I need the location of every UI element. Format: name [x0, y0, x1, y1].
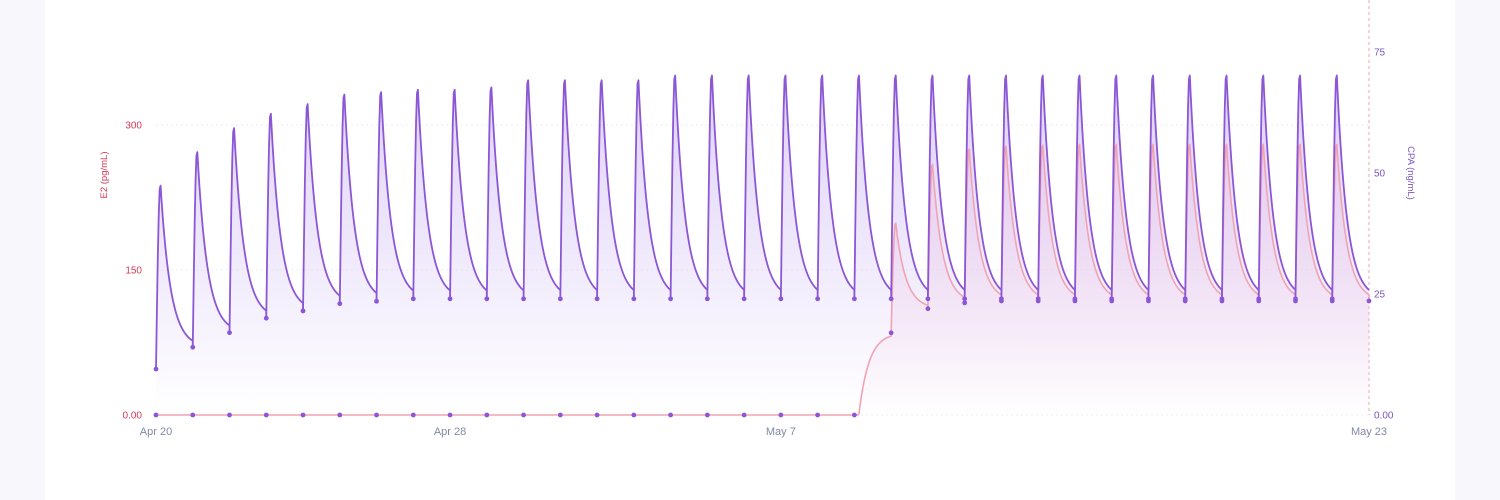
dose-marker: [778, 412, 784, 418]
dose-marker: [374, 298, 379, 304]
dose-marker: [704, 412, 710, 418]
dose-marker: [925, 296, 931, 302]
x-tick-label: Apr 20: [140, 426, 172, 438]
dose-marker: [815, 296, 821, 302]
dose-marker: [778, 296, 784, 302]
baseline-dose-marker: [153, 412, 159, 418]
dose-marker: [557, 412, 563, 418]
y-right-axis-title: CPA (ng/mL): [1405, 146, 1416, 200]
dose-marker: [851, 296, 857, 302]
x-tick-label: Apr 28: [434, 426, 466, 438]
dose-marker: [741, 412, 747, 418]
dose-marker: [1293, 296, 1298, 302]
baseline-dose-marker: [484, 412, 490, 418]
y-left-tick-label: 0.00: [123, 411, 143, 422]
dose-marker: [1219, 296, 1225, 302]
baseline-dose-marker: [263, 412, 269, 418]
y-left-tick-label: 300: [125, 121, 142, 132]
dose-marker: [190, 344, 196, 350]
dose-marker: [668, 412, 674, 418]
dose-marker: [594, 412, 600, 418]
y-right-tick-label: 50: [1374, 169, 1386, 180]
y-right-tick-label: 75: [1374, 48, 1386, 59]
hormone-chart: 0.00 150 300 0.00 25 50 75 Apr 20 Apr 28 May 7 May…: [99, 0, 1416, 438]
dose-marker: [557, 296, 563, 302]
dose-marker: [153, 366, 159, 372]
baseline-dose-marker: [410, 412, 416, 418]
x-tick-label: May 7: [766, 426, 796, 438]
baseline-dose-marker: [447, 412, 453, 418]
dose-marker: [1146, 296, 1151, 302]
dose-marker: [594, 296, 600, 302]
y-right-tick-label: 25: [1374, 290, 1386, 301]
dose-marker: [1366, 298, 1372, 304]
dose-marker: [227, 330, 232, 336]
dose-marker: [1109, 296, 1115, 302]
dose-marker: [668, 296, 674, 302]
dose-marker: [999, 296, 1004, 302]
y-right-tick-label: 0.00: [1374, 411, 1394, 422]
dose-marker: [447, 296, 453, 302]
dose-marker: [521, 296, 526, 302]
baseline-dose-marker: [300, 412, 306, 418]
dose-marker: [851, 412, 857, 418]
dose-marker: [1329, 296, 1335, 302]
dose-marker: [300, 308, 306, 314]
dose-marker: [962, 296, 968, 302]
dose-marker: [1256, 296, 1262, 302]
dose-marker: [521, 412, 526, 418]
dose-marker: [1035, 296, 1041, 302]
dose-marker: [631, 296, 637, 302]
chart-card: 0.00 150 300 0.00 25 50 75 Apr 20 Apr 28 May 7 May…: [45, 0, 1455, 500]
baseline-dose-marker: [190, 412, 196, 418]
dose-marker: [741, 296, 747, 302]
dose-marker: [888, 330, 894, 336]
x-tick-label: May 23: [1351, 426, 1387, 438]
y-left-tick-label: 150: [125, 266, 142, 277]
dose-marker: [484, 296, 490, 302]
dose-marker: [631, 412, 637, 418]
dose-marker: [888, 296, 894, 302]
dose-marker: [410, 296, 416, 302]
dose-marker: [1072, 296, 1078, 302]
dose-marker: [337, 301, 343, 307]
y-left-axis-title: E2 (pg/mL): [99, 152, 110, 199]
dose-marker: [815, 412, 821, 418]
dose-marker: [704, 296, 710, 302]
baseline-dose-marker: [374, 412, 379, 418]
dose-marker: [925, 306, 931, 312]
dose-marker: [263, 315, 269, 321]
baseline-dose-marker: [337, 412, 343, 418]
baseline-dose-marker: [227, 412, 232, 418]
dose-marker: [1182, 296, 1188, 302]
